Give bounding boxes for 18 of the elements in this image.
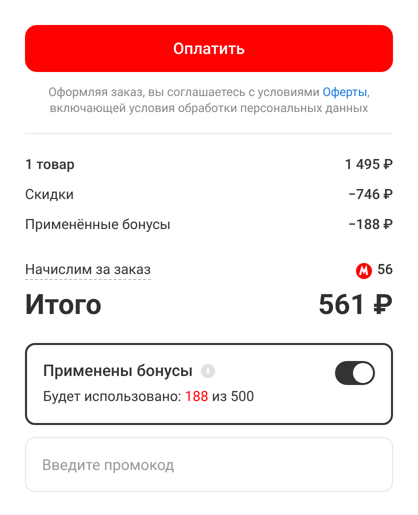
pay-button[interactable]: Оплатить (25, 25, 393, 72)
summary-label: Применённые бонусы (25, 216, 171, 235)
total-label: Итого (25, 287, 102, 323)
summary-value: 1 495 ₽ (344, 156, 393, 175)
accrual-label[interactable]: Начислим за заказ (25, 261, 151, 280)
summary-value: −746 ₽ (348, 186, 393, 205)
terms-text: Оформляя заказ, вы соглашаетесь с условиями Оферты, включающей условия обработки персональных данных (47, 84, 371, 116)
total-value: 561 ₽ (318, 287, 393, 323)
summary-label: Скидки (25, 186, 74, 205)
summary-value: −188 ₽ (348, 216, 393, 235)
summary-label: 1 товар (25, 156, 74, 175)
bonus-coin-icon (356, 262, 372, 278)
accrual-value: 56 (377, 261, 393, 280)
offer-link[interactable]: Оферты (322, 85, 368, 99)
bonus-title: Применены бонусы (43, 361, 193, 381)
promo-code-field[interactable]: Введите промокод (25, 437, 393, 492)
bonus-toggle[interactable] (335, 361, 375, 385)
bonus-usage-text: Будет использовано: 188 из 500 (43, 388, 254, 407)
